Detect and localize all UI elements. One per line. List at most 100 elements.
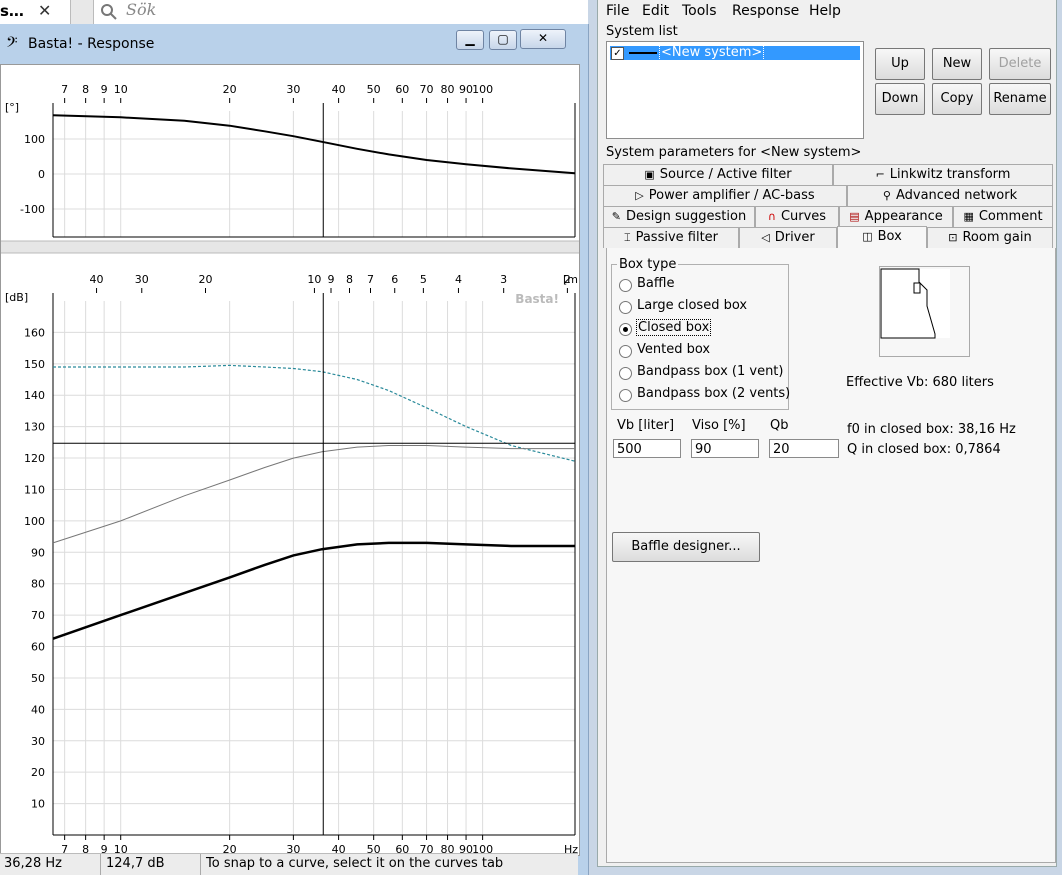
amplifier-icon: ▷ (635, 189, 644, 202)
system-name: <New system> (659, 45, 765, 61)
y-tick-label: 90 (31, 546, 45, 559)
y-tick-label: -100 (20, 203, 45, 216)
status-hint: To snap to a curve, select it on the cur… (206, 856, 504, 871)
radio-label: Closed box (636, 319, 712, 336)
x-tick-label: 40 (332, 83, 346, 96)
y-tick-label: 100 (24, 515, 45, 528)
distance-tick-label: 3 (500, 273, 507, 286)
y-axis-label: [dB] (5, 291, 28, 304)
radio-baffle[interactable] (619, 279, 632, 292)
tab-source-active-filter[interactable]: ▣ Source / Active filter (603, 164, 833, 185)
y-tick-label: 110 (24, 483, 45, 496)
x-tick-label: 8 (82, 83, 89, 96)
minimize-button[interactable]: ▁ (456, 30, 484, 50)
box-type-label: Box type (617, 257, 679, 272)
viso-input[interactable]: 90 (691, 439, 759, 458)
close-button[interactable]: ✕ (520, 29, 566, 49)
menu-response[interactable]: Response (732, 3, 799, 19)
radio-bandpass-1-vent[interactable] (619, 367, 632, 380)
y-tick-label: 80 (31, 578, 45, 591)
delete-button[interactable]: Delete (989, 48, 1051, 80)
x-tick-label: 100 (472, 83, 493, 96)
system-window: File Edit Tools Response Help System lis… (589, 0, 1062, 875)
radio-label: Bandpass box (1 vent) (637, 364, 784, 379)
maximize-button[interactable]: ▢ (489, 30, 517, 50)
system-checkbox[interactable]: ✓ (611, 47, 624, 60)
y-tick-label: 10 (31, 798, 45, 811)
y-tick-label: 150 (24, 358, 45, 371)
menu-bar: File Edit Tools Response Help (598, 0, 1056, 22)
tab-title[interactable]: s… (0, 2, 24, 20)
q-readout: Q in closed box: 0,7864 (847, 442, 1001, 457)
down-button[interactable]: Down (875, 83, 925, 115)
tab-linkwitz-transform[interactable]: ⌐ Linkwitz transform (833, 164, 1053, 185)
network-icon: ⚲ (882, 189, 891, 202)
menu-file[interactable]: File (606, 3, 629, 19)
tab-box[interactable]: ◫ Box (837, 226, 927, 249)
passive-filter-icon: ⌶ (623, 231, 631, 244)
qb-input[interactable]: 20 (769, 439, 839, 458)
search-input[interactable]: Sök (126, 0, 156, 19)
tab-design-suggestion[interactable]: ✎ Design suggestion (603, 206, 755, 227)
radio-label: Bandpass box (2 vents) (637, 386, 791, 401)
source-icon: ▣ (644, 168, 655, 181)
tab-power-amplifier[interactable]: ▷ Power amplifier / AC-bass (603, 185, 847, 206)
tab-passive-filter[interactable]: ⌶ Passive filter (603, 227, 739, 248)
menu-help[interactable]: Help (809, 3, 841, 19)
status-bar: 36,28 Hz 124,7 dB To snap to a curve, se… (0, 853, 578, 875)
x-tick-label: 7 (61, 83, 68, 96)
y-tick-label: 40 (31, 703, 45, 716)
qb-label: Qb (770, 418, 789, 433)
menu-tools[interactable]: Tools (682, 3, 717, 19)
new-button[interactable]: New (932, 48, 982, 80)
radio-label: Vented box (637, 342, 711, 357)
x-tick-label: 10 (114, 83, 128, 96)
tab-appearance[interactable]: ▤ Appearance (839, 206, 953, 227)
series-line (52, 114, 576, 175)
tab-room-gain[interactable]: ⊡ Room gain (927, 227, 1053, 248)
y-tick-label: 20 (31, 766, 45, 779)
distance-tick-label: 8 (346, 273, 353, 286)
series-line (53, 364, 576, 462)
baffle-designer-button[interactable]: Baffle designer... (612, 532, 760, 562)
distance-tick-label: 7 (367, 273, 374, 286)
browser-tab-strip: s… ✕ Sök (0, 0, 588, 25)
menu-edit[interactable]: Edit (642, 3, 669, 19)
tab-separator (70, 0, 94, 24)
tab-curves[interactable]: ∩ Curves (755, 206, 839, 227)
y-tick-label: 70 (31, 609, 45, 622)
copy-button[interactable]: Copy (932, 83, 982, 115)
appearance-icon: ▤ (849, 210, 860, 223)
radio-closed-box[interactable] (619, 323, 632, 336)
tab-advanced-network[interactable]: ⚲ Advanced network (847, 185, 1053, 206)
y-axis-label: [°] (5, 101, 19, 114)
radio-bandpass-2-vents[interactable] (619, 389, 632, 402)
radio-vented-box[interactable] (619, 345, 632, 358)
y-tick-label: 120 (24, 452, 45, 465)
response-plots: 7 8 9 10 20 30 40 50 60 70 80 90 100[°]1000-10040 30 2… (1, 83, 593, 856)
comment-icon: ▦ (963, 210, 974, 223)
y-tick-label: 160 (24, 326, 45, 339)
system-list: ✓ <New system> (606, 41, 864, 139)
x-tick-label: 50 (367, 83, 381, 96)
y-tick-label: 60 (31, 641, 45, 654)
vb-input[interactable]: 500 (613, 439, 681, 458)
box-icon: ◫ (862, 230, 873, 243)
tab-comment[interactable]: ▦ Comment (953, 206, 1053, 227)
x-tick-label: 30 (286, 83, 300, 96)
plot-splitter (1, 241, 579, 253)
line-swatch-icon (629, 52, 657, 54)
status-frequency: 36,28 Hz (4, 856, 62, 871)
effective-vb: Effective Vb: 680 liters (846, 375, 994, 390)
tab-driver[interactable]: ◁ Driver (739, 227, 837, 248)
rename-button[interactable]: Rename (989, 83, 1051, 115)
distance-tick-label: 5 (420, 273, 427, 286)
x-tick-label: 90 (459, 83, 473, 96)
y-tick-label: 0 (38, 168, 45, 181)
radio-large-closed-box[interactable] (619, 301, 632, 314)
vb-label: Vb [liter] (617, 418, 675, 433)
distance-tick-label: 9 (327, 273, 334, 286)
tab-close-icon[interactable]: ✕ (38, 1, 51, 20)
pencil-icon: ✎ (611, 210, 621, 223)
up-button[interactable]: Up (875, 48, 925, 80)
